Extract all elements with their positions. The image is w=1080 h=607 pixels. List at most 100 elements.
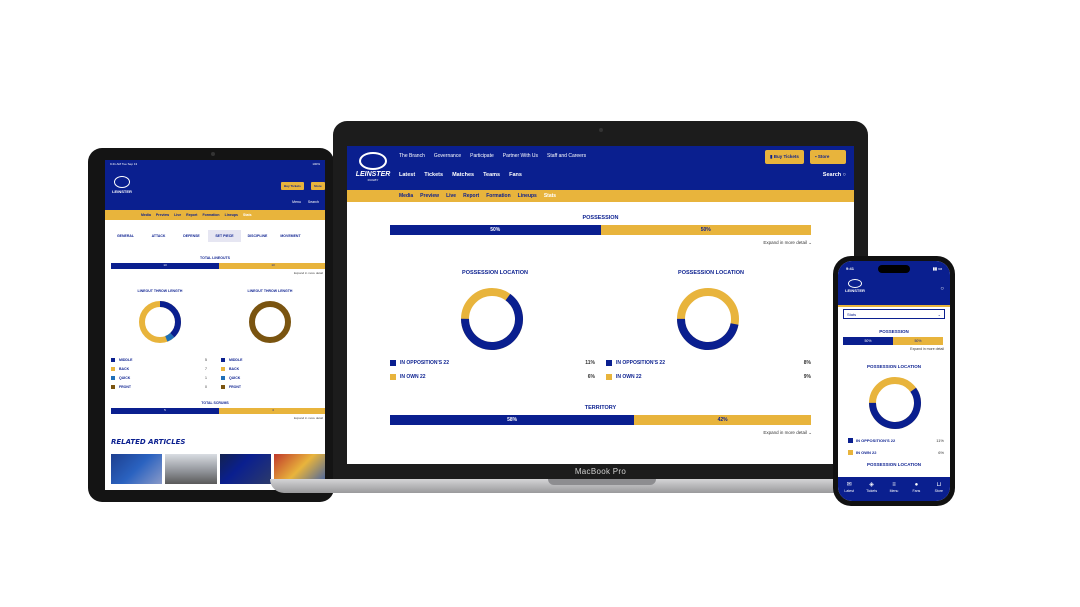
swatch-back bbox=[111, 366, 115, 371]
chevron-down-icon: ⌄ bbox=[937, 312, 941, 317]
ticket-icon: ◈ bbox=[869, 482, 874, 488]
device-mockup-stage: 9:41 AM Tue Sep 13 100% LEINSTER Buy Tic… bbox=[0, 0, 1080, 607]
basket-icon: ⊔ bbox=[936, 482, 942, 488]
legend-value: 1 bbox=[205, 375, 207, 380]
nav-fans[interactable]: Fans bbox=[509, 172, 522, 178]
subnav-stats[interactable]: Stats bbox=[544, 193, 556, 199]
expand-label: Expand in more detail bbox=[763, 240, 807, 245]
logo-ring-icon bbox=[114, 176, 130, 188]
leinster-logo[interactable]: LEINSTER RUGBY bbox=[351, 148, 395, 188]
scrums-away-value: 4 bbox=[219, 408, 325, 414]
subnav-formation[interactable]: Formation bbox=[202, 213, 219, 220]
tablet-screen: 9:41 AM Tue Sep 13 100% LEINSTER Buy Tic… bbox=[105, 160, 325, 490]
tab-label: Menu bbox=[889, 489, 899, 493]
section-select[interactable]: Stats ⌄ bbox=[843, 309, 945, 319]
nav-matches[interactable]: Matches bbox=[452, 172, 474, 178]
tab-tickets[interactable]: ◈ Tickets bbox=[860, 477, 882, 501]
tablet-header: LEINSTER Buy Tickets Store Menu Search bbox=[105, 170, 325, 210]
stats-tabs: GENERAL ATTACK DEFENSE SET PIECE DISCIPL… bbox=[109, 230, 325, 242]
buy-tickets-button[interactable]: ▮ Buy Tickets bbox=[765, 150, 804, 164]
tab-latest[interactable]: ✉ Latest bbox=[838, 477, 860, 501]
legend-label: IN OWN 22 bbox=[400, 374, 426, 380]
subnav-preview[interactable]: Preview bbox=[420, 193, 439, 199]
leinster-logo[interactable]: LEINSTER bbox=[112, 176, 132, 202]
tab-attack[interactable]: ATTACK bbox=[142, 230, 175, 242]
throw-length-title-away: LINEOUT THROW LENGTH bbox=[247, 289, 293, 293]
possession-title: POSSESSION bbox=[582, 215, 619, 221]
legend-value: 5 bbox=[205, 357, 207, 362]
nav-teams[interactable]: Teams bbox=[483, 172, 500, 178]
legend-row: BACK bbox=[221, 364, 325, 373]
nav-staff-careers[interactable]: Staff and Careers bbox=[547, 153, 586, 159]
nav-governance[interactable]: Governance bbox=[434, 153, 461, 159]
menu-button[interactable]: Menu Search bbox=[292, 200, 319, 204]
total-lineouts-title: TOTAL LINEOUTS bbox=[200, 256, 230, 260]
subnav-lineups[interactable]: Lineups bbox=[518, 193, 537, 199]
subnav-media[interactable]: Media bbox=[141, 213, 151, 220]
expand-link[interactable]: Expand in more detail ⌄ bbox=[763, 430, 812, 436]
person-icon: ● bbox=[914, 482, 919, 488]
subnav-media[interactable]: Media bbox=[399, 193, 413, 199]
tablet-status-bar: 9:41 AM Tue Sep 13 100% bbox=[105, 160, 325, 170]
tab-general[interactable]: GENERAL bbox=[109, 230, 142, 242]
search-label[interactable]: Search bbox=[308, 200, 319, 204]
nav-partner[interactable]: Partner With Us bbox=[503, 153, 538, 159]
subnav-formation[interactable]: Formation bbox=[486, 193, 510, 199]
lineouts-away-value: 13 bbox=[219, 263, 325, 269]
article-thumbnail[interactable] bbox=[165, 454, 217, 484]
phone-header: LEINSTER ○ bbox=[838, 277, 950, 305]
legend-label: MIDDLE bbox=[229, 357, 243, 362]
expand-link[interactable]: Expand in more detail bbox=[105, 271, 325, 275]
legend-label: BACK bbox=[119, 366, 130, 371]
tab-defense[interactable]: DEFENSE bbox=[175, 230, 208, 242]
subnav-report[interactable]: Report bbox=[463, 193, 479, 199]
legend-row-own22-home: IN OWN 22 6% bbox=[390, 374, 595, 380]
expand-link[interactable]: Expand in more detail bbox=[105, 416, 325, 420]
search-button[interactable]: Search ○ bbox=[823, 172, 846, 178]
nav-the-branch[interactable]: The Branch bbox=[399, 153, 425, 159]
article-thumbnail[interactable] bbox=[219, 454, 271, 484]
lineout-charts: LINEOUT THROW LENGTH LINEOUT THROW LENGT… bbox=[105, 289, 325, 345]
tab-store[interactable]: ⊔ Store bbox=[928, 477, 950, 501]
tab-movement[interactable]: MOVEMENT bbox=[274, 230, 307, 242]
legend-label: BACK bbox=[229, 366, 240, 371]
swatch-gold bbox=[606, 374, 612, 380]
tab-set-piece[interactable]: SET PIECE bbox=[208, 230, 241, 242]
tab-menu[interactable]: ≡ Menu bbox=[883, 477, 905, 501]
tab-discipline[interactable]: DISCIPLINE bbox=[241, 230, 274, 242]
subnav-stats[interactable]: Stats bbox=[243, 213, 252, 220]
tab-fans[interactable]: ● Fans bbox=[905, 477, 927, 501]
leinster-logo[interactable]: LEINSTER bbox=[844, 279, 866, 293]
signal-battery-icon: ▮▮ ▭ bbox=[932, 266, 942, 271]
subnav-live[interactable]: Live bbox=[446, 193, 456, 199]
tablet-device: 9:41 AM Tue Sep 13 100% LEINSTER Buy Tic… bbox=[88, 148, 334, 502]
article-thumbnail[interactable] bbox=[111, 454, 163, 484]
store-button[interactable]: ▪ Store bbox=[810, 150, 846, 164]
swatch-back bbox=[221, 366, 225, 371]
search-label: Search bbox=[822, 172, 842, 178]
search-icon[interactable]: ○ bbox=[940, 286, 944, 292]
throw-length-donut-away bbox=[249, 301, 291, 343]
subnav-live[interactable]: Live bbox=[174, 213, 181, 220]
nav-latest[interactable]: Latest bbox=[399, 172, 415, 178]
gold-divider bbox=[838, 305, 950, 307]
swatch-quick bbox=[221, 375, 225, 380]
store-button[interactable]: Store bbox=[311, 182, 325, 190]
subnav-report[interactable]: Report bbox=[186, 213, 197, 220]
scrums-home-value: 5 bbox=[111, 408, 219, 414]
throw-length-chart-away: LINEOUT THROW LENGTH bbox=[215, 289, 325, 345]
expand-link[interactable]: Expand in more detail ⌄ bbox=[763, 240, 812, 246]
swatch-front bbox=[111, 384, 115, 389]
subnav-preview[interactable]: Preview bbox=[156, 213, 169, 220]
donut-segment-opp22 bbox=[677, 288, 739, 350]
nav-participate[interactable]: Participate bbox=[470, 153, 494, 159]
buy-tickets-button[interactable]: Buy Tickets bbox=[281, 182, 304, 190]
phone-tab-bar: ✉ Latest ◈ Tickets ≡ Menu ● Fans ⊔ Store bbox=[838, 477, 950, 501]
legend-value: 0 bbox=[205, 384, 207, 389]
possession-title: POSSESSION bbox=[879, 329, 909, 334]
legend-value: 6% bbox=[938, 450, 944, 455]
subnav-lineups[interactable]: Lineups bbox=[225, 213, 238, 220]
legend-row-own22: IN OWN 22 6% bbox=[848, 450, 944, 455]
expand-link[interactable]: Expand in more detail bbox=[910, 347, 944, 351]
nav-tickets[interactable]: Tickets bbox=[424, 172, 443, 178]
